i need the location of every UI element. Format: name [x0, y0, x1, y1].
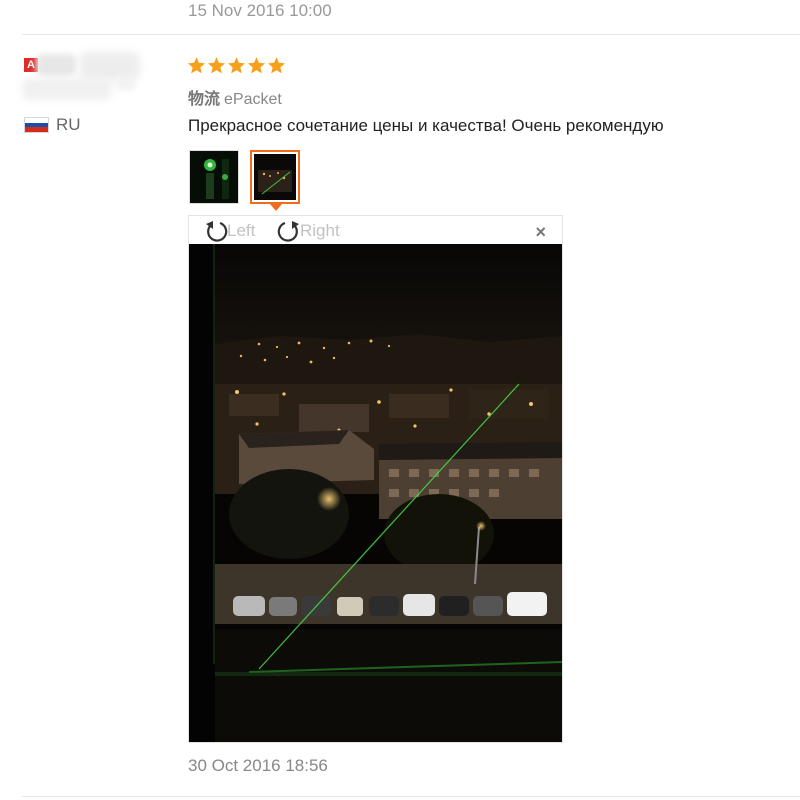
review-photo-thumbnail-1[interactable]: [189, 150, 239, 204]
star-icon: [247, 57, 266, 74]
buyer-country: RU: [56, 115, 81, 134]
star-icon: [227, 57, 246, 74]
review-text: Прекрасное сочетание цены и качества! Оч…: [188, 116, 664, 135]
star-icon: [267, 57, 286, 74]
rotate-left-button[interactable]: Left: [203, 218, 255, 244]
country-flag-icon: [24, 117, 49, 133]
review-divider: [22, 34, 800, 35]
selected-thumbnail-pointer: [270, 204, 282, 211]
review-divider-bottom: [22, 796, 800, 797]
photo-1-green-laser: [190, 151, 238, 203]
photo-2-night-city: [254, 154, 296, 200]
review-date: 30 Oct 2016 18:56: [188, 756, 328, 775]
rotate-right-label: Right: [300, 221, 340, 240]
rotate-left-label: Left: [227, 221, 256, 240]
shipping-info: 物流 ePacket: [188, 85, 282, 109]
rotate-right-icon: [277, 221, 299, 242]
star-icon: [187, 57, 206, 74]
rotate-right-button[interactable]: Right: [276, 218, 340, 244]
star-icon: [207, 57, 226, 74]
photo-viewer: Left Right ×: [188, 215, 563, 743]
rating-stars: [187, 56, 286, 75]
review-photo-thumbnail-2[interactable]: [250, 150, 300, 204]
photo-viewer-toolbar: Left Right ×: [189, 216, 562, 244]
rotate-left-icon: [206, 221, 228, 242]
review-photo-large: [189, 244, 562, 742]
buyer-name-blurred: A: [20, 48, 150, 106]
night-city-photo: [189, 244, 562, 742]
close-viewer-icon[interactable]: ×: [535, 223, 546, 241]
shipping-label: 物流: [188, 91, 221, 108]
shipping-method: ePacket: [224, 91, 282, 108]
previous-review-date: 15 Nov 2016 10:00: [188, 1, 332, 20]
